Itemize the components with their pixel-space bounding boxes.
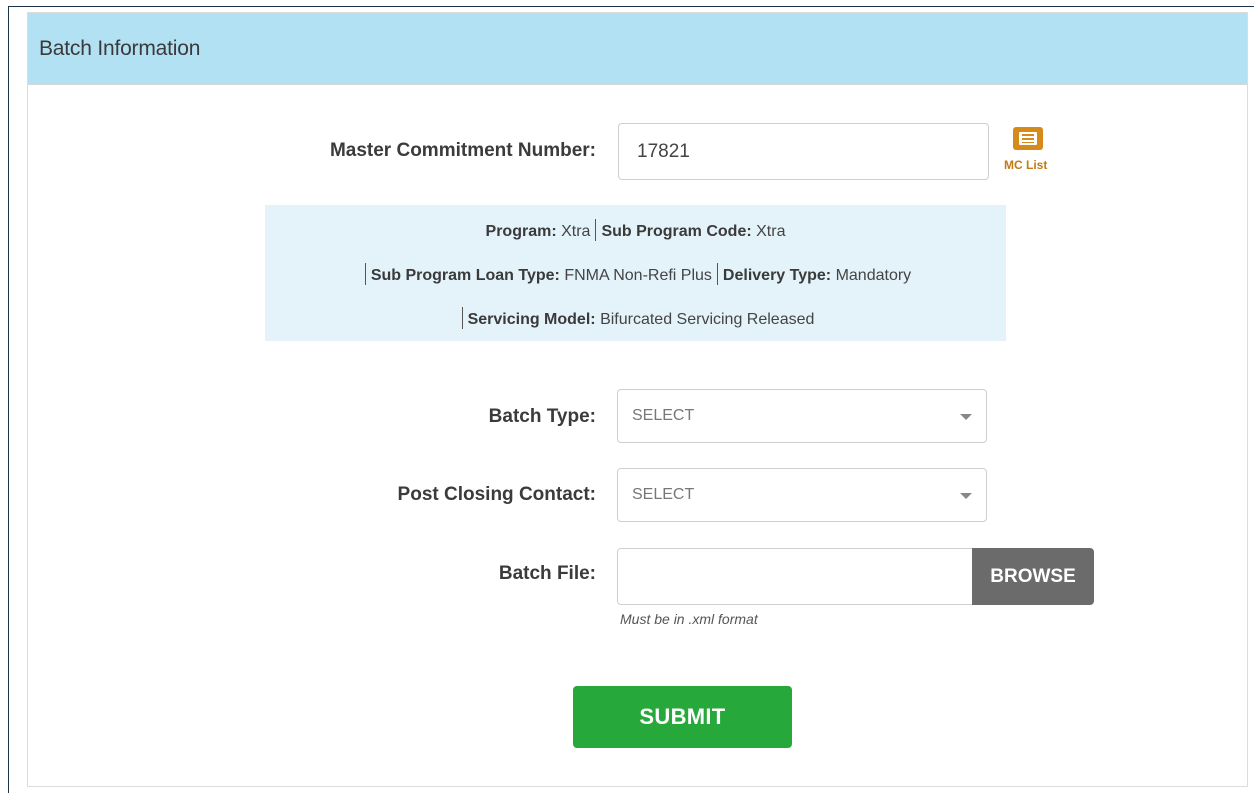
delivery-type-value: Mandatory [835, 267, 912, 284]
servicing-model-label: Servicing Model: [467, 311, 596, 328]
sub-program-loan-type-label: Sub Program Loan Type: [370, 267, 560, 284]
mc-list-link[interactable]: MC List [1004, 158, 1047, 172]
separator [716, 263, 718, 285]
master-commitment-input[interactable]: 17821 [618, 123, 989, 180]
program-info-line-2: Sub Program Loan Type: FNMA Non-Refi Plu… [265, 263, 1006, 285]
program-info-box: Program: Xtra Sub Program Code: Xtra Sub … [265, 205, 1006, 341]
sub-program-code-value: Xtra [756, 223, 786, 240]
servicing-model-value: Bifurcated Servicing Released [600, 311, 815, 328]
post-closing-contact-label: Post Closing Contact: [397, 484, 596, 505]
chevron-down-icon [960, 414, 972, 420]
sub-program-code-label: Sub Program Code: [601, 223, 752, 240]
batch-type-selected: SELECT [632, 407, 695, 424]
program-info-line-1: Program: Xtra Sub Program Code: Xtra [265, 219, 1006, 241]
batch-type-label: Batch Type: [488, 406, 596, 427]
master-commitment-label: Master Commitment Number: [329, 140, 596, 161]
batch-file-hint: Must be in .xml format [620, 611, 758, 627]
sub-program-loan-type-value: FNMA Non-Refi Plus [564, 267, 712, 284]
program-label: Program: [485, 223, 557, 240]
program-info-line-3: Servicing Model: Bifurcated Servicing Re… [265, 307, 1006, 329]
submit-button[interactable]: SUBMIT [573, 686, 792, 748]
separator [364, 263, 366, 285]
chevron-down-icon [960, 493, 972, 499]
list-icon[interactable] [1013, 127, 1043, 150]
panel-header: Batch Information [28, 13, 1247, 85]
program-value: Xtra [561, 223, 591, 240]
panel-title: Batch Information [39, 36, 201, 60]
post-closing-contact-selected: SELECT [632, 486, 695, 503]
delivery-type-label: Delivery Type: [722, 267, 832, 284]
browse-button[interactable]: BROWSE [972, 548, 1094, 605]
batch-file-label: Batch File: [498, 563, 596, 584]
post-closing-contact-select[interactable]: SELECT [617, 468, 987, 522]
batch-file-input[interactable] [617, 548, 975, 605]
master-commitment-value: 17821 [637, 140, 690, 162]
separator [595, 219, 597, 241]
separator [461, 307, 463, 329]
batch-type-select[interactable]: SELECT [617, 389, 987, 443]
